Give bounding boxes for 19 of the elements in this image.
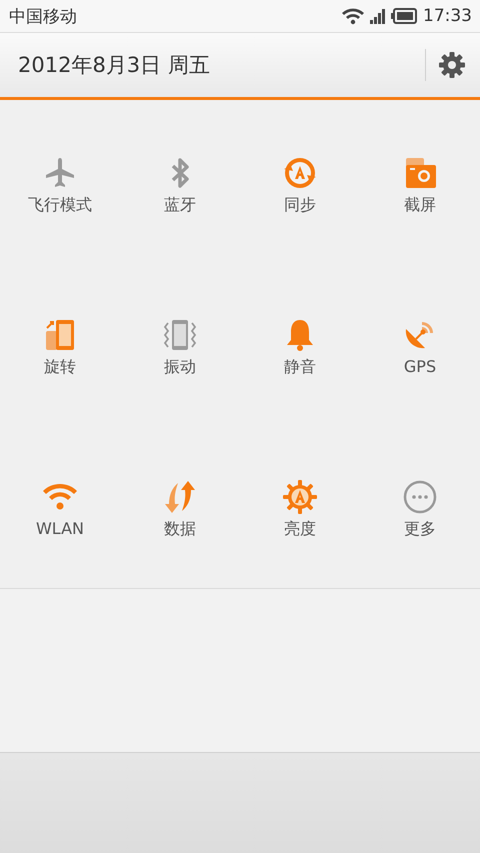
toggle-button[interactable]: WLAN [0,479,120,555]
toggle-button[interactable]: 更多 [360,479,480,555]
clock-time: 17:33 [423,6,472,26]
carrier-name: 中国移动 [9,6,77,28]
toggle-button[interactable]: 旋转 [0,317,120,393]
toggle-button[interactable]: 截屏 [360,155,480,231]
toggle-button[interactable]: 亮度 [240,479,360,555]
date-text: 2012年8月3日 周五 [18,52,211,79]
settings-icon[interactable] [438,51,466,79]
toggle-button[interactable]: 静音 [240,317,360,393]
toggle-button[interactable]: 飞行模式 [0,155,120,231]
battery-icon [391,8,417,24]
cell-signal-icon [369,8,387,24]
toggle-button[interactable]: 同步 [240,155,360,231]
toggle-button[interactable]: 蓝牙 [120,155,240,231]
wifi-signal-icon [341,7,365,25]
toggle-button[interactable]: 数据 [120,479,240,555]
toggle-button[interactable]: GPS [360,317,480,393]
toggle-button[interactable]: 振动 [120,317,240,393]
